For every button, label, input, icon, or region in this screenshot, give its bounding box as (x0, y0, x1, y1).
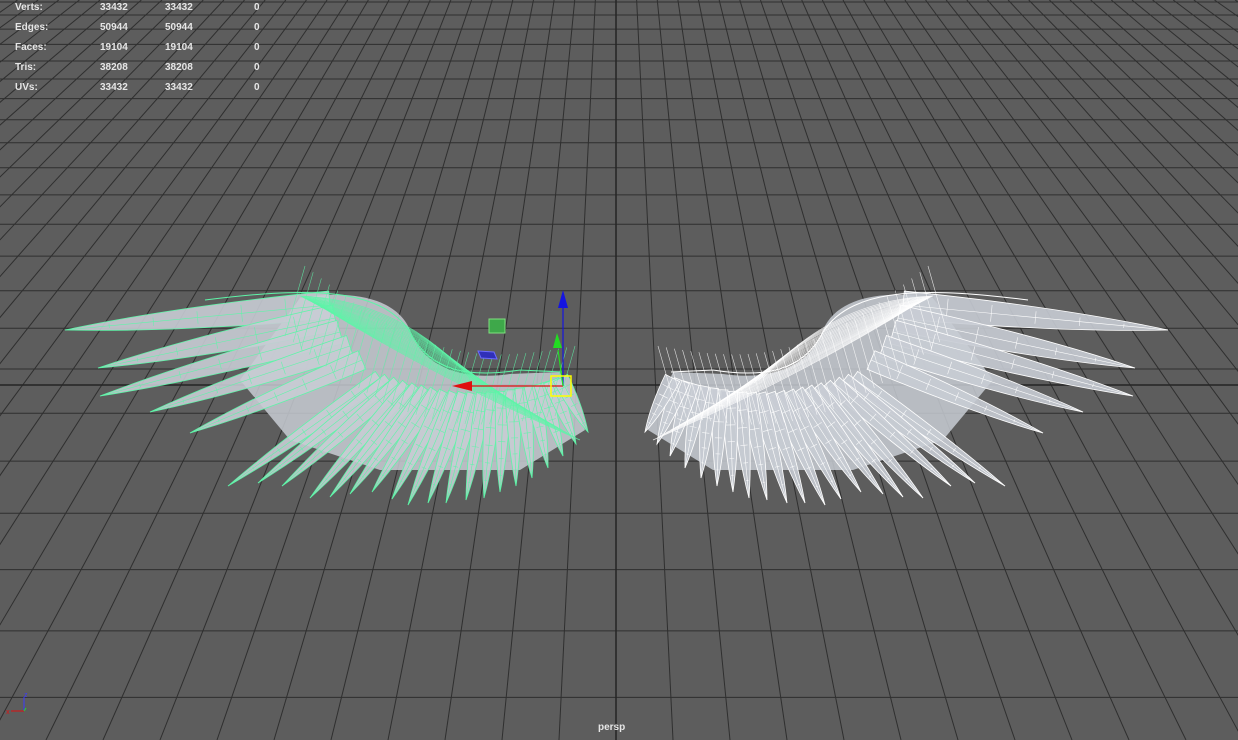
hud-selected: 33432 (165, 2, 193, 13)
hud-selected: 38208 (165, 62, 193, 73)
hud-total: 33432 (100, 82, 128, 93)
axis-z-label: z (24, 692, 28, 699)
camera-name-label: persp (598, 722, 626, 733)
hud-selected: 33432 (165, 82, 193, 93)
hud-total: 50944 (100, 22, 128, 33)
hud-row: Edges: 50944 50944 0 (0, 22, 300, 36)
hud-row: Tris: 38208 38208 0 (0, 62, 300, 76)
perspective-viewport[interactable]: Verts: 33432 33432 0 Edges: 50944 50944 0 Faces:… (0, 0, 1238, 740)
hud-row: UVs: 33432 33432 0 (0, 82, 300, 96)
hud-label: Tris: (15, 62, 37, 73)
hud-label: Edges: (15, 22, 49, 33)
hud-total: 33432 (100, 2, 128, 13)
z-axis-arrow[interactable] (558, 290, 568, 308)
hud-third: 0 (254, 2, 260, 13)
axis-x-label: x (6, 709, 10, 716)
hud-label: Verts: (15, 2, 43, 13)
hud-third: 0 (254, 82, 260, 93)
view-axis-indicator: z x (4, 690, 34, 718)
hud-selected: 19104 (165, 42, 193, 53)
right-wing-mesh[interactable] (644, 265, 1169, 506)
xy-plane-handle[interactable] (477, 350, 498, 360)
hud-total: 19104 (100, 42, 128, 53)
y-axis-arrow[interactable] (553, 333, 562, 348)
hud-label: Faces: (15, 42, 47, 53)
hud-third: 0 (254, 42, 260, 53)
hud-third: 0 (254, 22, 260, 33)
yz-plane-handle[interactable] (488, 318, 506, 334)
hud-total: 38208 (100, 62, 128, 73)
scene-canvas[interactable] (0, 0, 1238, 740)
hud-label: UVs: (15, 82, 38, 93)
hud-selected: 50944 (165, 22, 193, 33)
hud-row: Verts: 33432 33432 0 (0, 2, 300, 16)
hud-third: 0 (254, 62, 260, 73)
hud-row: Faces: 19104 19104 0 (0, 42, 300, 56)
